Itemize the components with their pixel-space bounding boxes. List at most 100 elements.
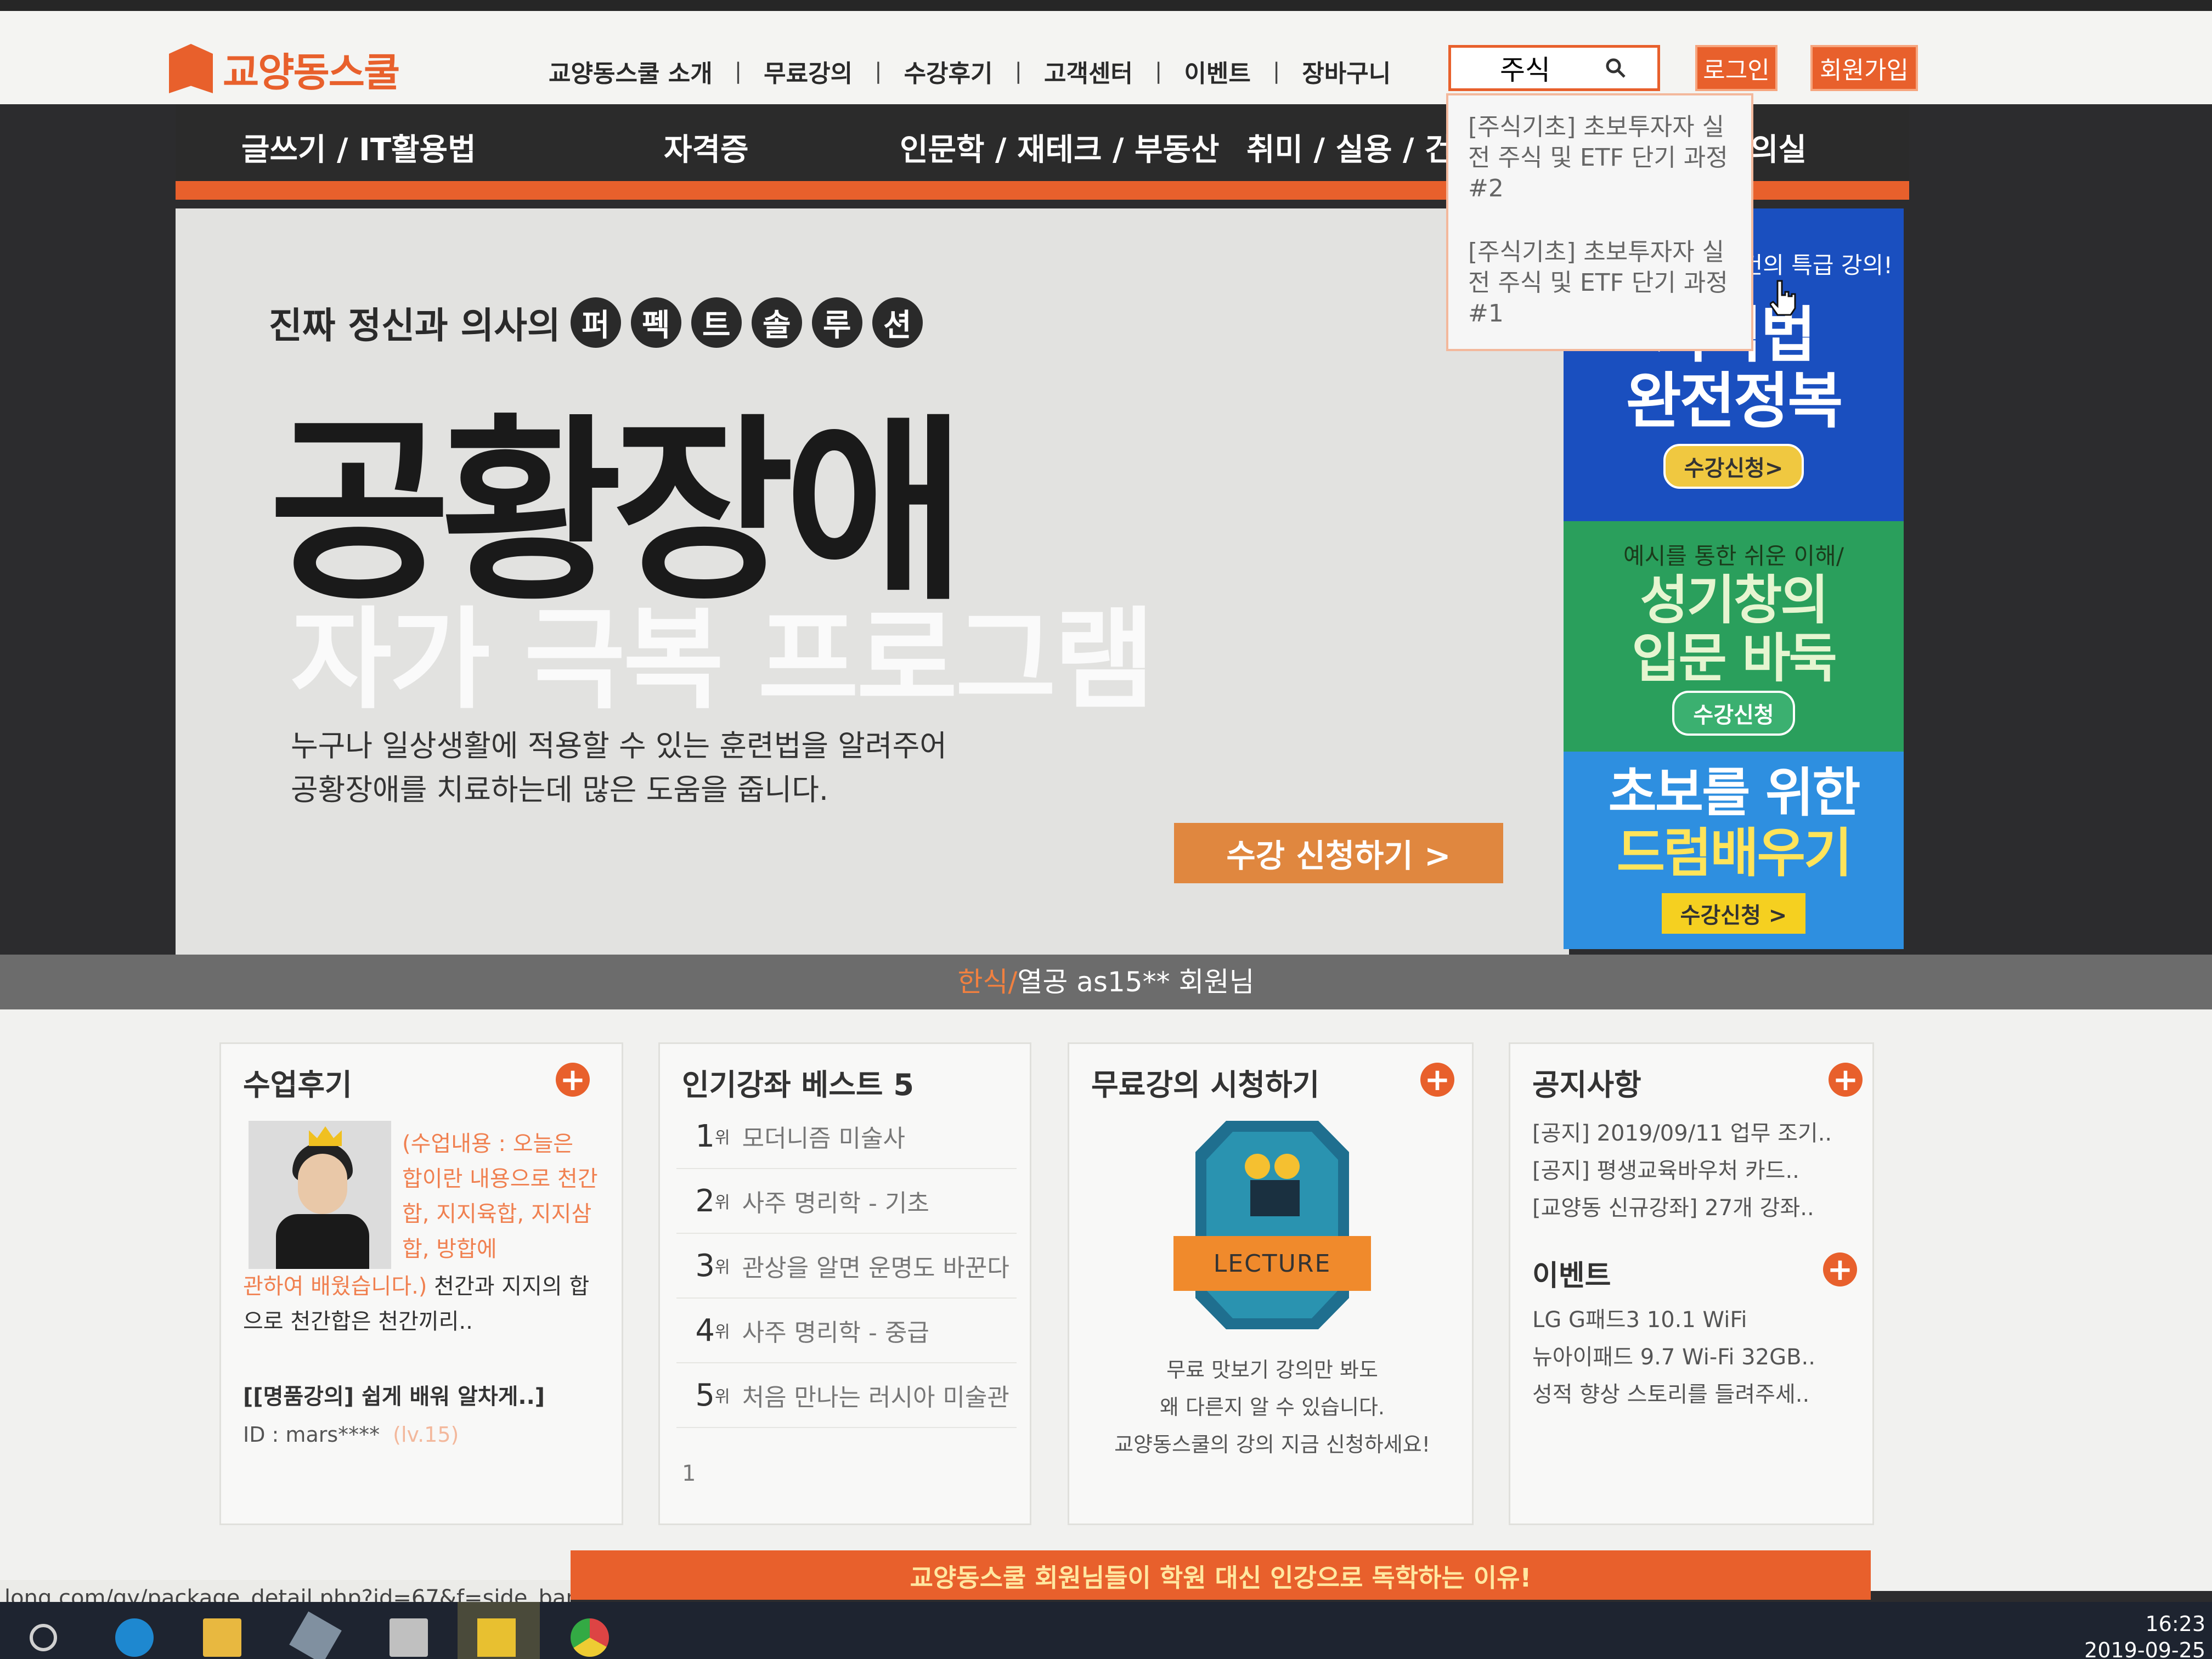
clock-time: 16:23: [2145, 1612, 2205, 1636]
nav-reviews[interactable]: 수강후기: [904, 54, 993, 89]
bottom-promo-text: 교양동스쿨 회원님들이 학원 대신 인강으로 독학하는 이유!: [910, 1563, 1532, 1593]
rank-title: 관상을 알면 운명도 바꾼다: [742, 1254, 1009, 1282]
side-banner-title: 입문 바둑: [1632, 628, 1837, 689]
taskbar-search-icon[interactable]: [30, 1624, 57, 1651]
side-banner-apply-button[interactable]: 수강신청 >: [1661, 893, 1806, 934]
logo-icon: [169, 44, 213, 93]
autocomplete-item[interactable]: [주식기초] 초보투자자 실전 주식 및 ETF 단기 과정 #2: [1468, 112, 1731, 204]
search-icon[interactable]: [1599, 49, 1632, 87]
side-banner-apply-button[interactable]: 수강신청>: [1663, 444, 1804, 489]
nav-free-lecture[interactable]: 무료강의: [764, 54, 853, 89]
free-lecture-text: 무료 맛보기 강의만 봐도 왜 다른지 알 수 있습니다. 교양동스쿨의 강의 …: [1080, 1351, 1464, 1463]
hero-banner[interactable]: 진짜 정신과 의사의 퍼 펙 트 솔 루 션 공황장애 자가 극복 프로그램 누…: [176, 208, 1569, 955]
free-lecture-line: 무료 맛보기 강의만 봐도: [1166, 1358, 1378, 1382]
search-input[interactable]: [1451, 49, 1599, 87]
rank-unit: 위: [715, 1193, 730, 1212]
rank-unit: 위: [715, 1323, 730, 1342]
join-button[interactable]: 회원가입: [1810, 45, 1918, 91]
side-banner-title: 초보를 위한: [1608, 762, 1860, 823]
free-lecture-line: 교양동스쿨의 강의 지금 신청하세요!: [1114, 1432, 1430, 1457]
nav-customer-center[interactable]: 고객센터: [1044, 54, 1133, 89]
rank-unit: 위: [715, 1387, 730, 1407]
free-lecture-more-plus-icon[interactable]: +: [1420, 1062, 1454, 1098]
side-banner-title: 드럼배우기: [1616, 822, 1853, 884]
category-more[interactable]: 의실: [1750, 125, 1807, 170]
lecture-badge-icon[interactable]: LECTURE: [1173, 1121, 1371, 1329]
best5-item[interactable]: 2 위 사주 명리학 - 기초: [676, 1169, 1017, 1234]
crown-icon: [309, 1126, 342, 1146]
avatar: [249, 1121, 391, 1269]
category-writing-it[interactable]: 글쓰기 / IT활용법: [241, 125, 476, 170]
side-banner-drum[interactable]: 초보를 위한 드럼배우기 수강신청 >: [1564, 752, 1904, 949]
taskbar: 16:23 2019-09-25: [0, 1602, 2212, 1659]
page-gutter-right: [1909, 104, 2212, 955]
review-level: (lv.15): [393, 1423, 459, 1447]
side-banner-title: 완전정복: [1626, 366, 1843, 436]
event-title: 이벤트: [1532, 1260, 1611, 1293]
best5-item[interactable]: 1 위 모더니즘 미술사: [676, 1104, 1017, 1169]
rank-number: 1: [695, 1118, 715, 1154]
login-button[interactable]: 로그인: [1695, 45, 1778, 91]
hand-cursor-icon: [1768, 279, 1796, 316]
free-lecture-title: 무료강의 시청하기: [1091, 1068, 1320, 1102]
category-hobby[interactable]: 취미 / 실용 / 건: [1246, 125, 1453, 170]
notice-item[interactable]: [공지] 2019/09/11 업무 조기..: [1532, 1115, 1832, 1147]
side-banner-apply-button[interactable]: 수강신청: [1672, 691, 1795, 736]
category-certificate[interactable]: 자격증: [664, 125, 749, 170]
rank-title: 사주 명리학 - 중급: [742, 1319, 929, 1347]
hero-char: 션: [872, 297, 923, 348]
side-banner-baduk[interactable]: 예시를 통한 쉬운 이해/ 성기창의 입문 바둑 수강신청: [1564, 521, 1904, 752]
sticky-note-icon[interactable]: [477, 1618, 516, 1657]
logo-text: 교양동스쿨: [223, 49, 400, 95]
review-orange-text-2: 관하여 배웠습니다.): [243, 1274, 427, 1299]
nav-about[interactable]: 교양동스쿨 소개: [549, 54, 713, 89]
best5-item[interactable]: 3 위 관상을 알면 운명도 바꾼다: [676, 1234, 1017, 1299]
system-clock[interactable]: 16:23 2019-09-25: [2079, 1611, 2205, 1659]
site-logo[interactable]: 교양동스쿨: [169, 38, 400, 99]
page-gutter-left: [0, 104, 176, 955]
event-item[interactable]: 뉴아이패드 9.7 Wi-Fi 32GB..: [1532, 1339, 1815, 1371]
clock-date: 2019-09-25: [2084, 1638, 2205, 1659]
event-item[interactable]: LG G패드3 10.1 WiFi: [1532, 1302, 1747, 1334]
best5-item[interactable]: 4 위 사주 명리학 - 중급: [676, 1299, 1017, 1363]
category-humanities[interactable]: 인문학 / 재테크 / 부동산: [900, 125, 1220, 170]
hero-apply-button[interactable]: 수강 신청하기 >: [1174, 823, 1503, 883]
nav-events[interactable]: 이벤트: [1184, 54, 1250, 89]
top-strip: [0, 0, 2212, 11]
best5-pager[interactable]: 1: [682, 1461, 696, 1486]
search-box: [1448, 45, 1660, 91]
review-more-plus-icon[interactable]: +: [556, 1062, 590, 1098]
site-header: 교양동스쿨 교양동스쿨 소개 | 무료강의 | 수강후기 | 고객센터 | 이벤트 | 장…: [0, 11, 2212, 104]
review-lecture-link[interactable]: [[명품강의] 쉽게 배워 알차게..]: [243, 1379, 545, 1410]
notice-item[interactable]: [공지] 평생교육바우처 카드..: [1532, 1153, 1799, 1184]
folder-icon[interactable]: [203, 1618, 241, 1657]
free-lecture-panel: 무료강의 시청하기 + LECTURE 무료 맛보기 강의만 봐도 왜 다른지 …: [1068, 1042, 1474, 1525]
film-camera-icon: [1245, 1154, 1300, 1220]
side-banner-tagline: 예시를 통한 쉬운 이해/: [1623, 543, 1844, 569]
search-autocomplete: [주식기초] 초보투자자 실전 주식 및 ETF 단기 과정 #2 [주식기초]…: [1446, 93, 1753, 351]
rank-title: 처음 만나는 러시아 미술관: [742, 1384, 1009, 1412]
notice-more-plus-icon[interactable]: +: [1829, 1062, 1863, 1098]
rank-number: 5: [695, 1377, 715, 1413]
event-more-plus-icon[interactable]: +: [1823, 1252, 1857, 1288]
browser-page: 교양동스쿨 교양동스쿨 소개 | 무료강의 | 수강후기 | 고객센터 | 이벤트 | 장…: [0, 0, 2212, 1659]
notice-item[interactable]: [교양동 신규강좌] 27개 강좌..: [1532, 1190, 1814, 1222]
best5-item[interactable]: 5 위 처음 만나는 러시아 미술관: [676, 1363, 1017, 1428]
skype-icon[interactable]: [115, 1618, 154, 1657]
best5-panel: 인기강좌 베스트 5 1 위 모더니즘 미술사 2 위 사주 명리학 - 기초 3 위 관상…: [658, 1042, 1031, 1525]
chrome-icon[interactable]: [571, 1618, 609, 1657]
pen-icon[interactable]: [289, 1611, 342, 1659]
nav-cart[interactable]: 장바구니: [1302, 54, 1391, 89]
member-ticker: 한식/열공 as15** 회원님: [0, 955, 2212, 1009]
autocomplete-item[interactable]: [주식기초] 초보투자자 실전 주식 및 ETF 단기 과정 #1: [1468, 237, 1731, 329]
calculator-icon[interactable]: [390, 1618, 428, 1657]
side-banner-title: 성기창의: [1640, 569, 1829, 631]
bottom-promo-banner[interactable]: 교양동스쿨 회원님들이 학원 대신 인강으로 독학하는 이유!: [571, 1550, 1871, 1600]
ticker-highlight: 한식/: [957, 966, 1018, 998]
event-item[interactable]: 성적 향상 스토리를 들려주세..: [1532, 1376, 1809, 1408]
content-section: 수업후기 + (수업내용 : 오늘은 합이란 내용으로 천간합, 지지육합, 지…: [0, 1009, 2212, 1591]
review-panel: 수업후기 + (수업내용 : 오늘은 합이란 내용으로 천간합, 지지육합, 지…: [219, 1042, 623, 1525]
hero-sub-text: 진짜 정신과 의사의: [269, 304, 561, 347]
rank-number: 3: [695, 1248, 715, 1284]
review-id: ID : mars****: [243, 1423, 380, 1447]
